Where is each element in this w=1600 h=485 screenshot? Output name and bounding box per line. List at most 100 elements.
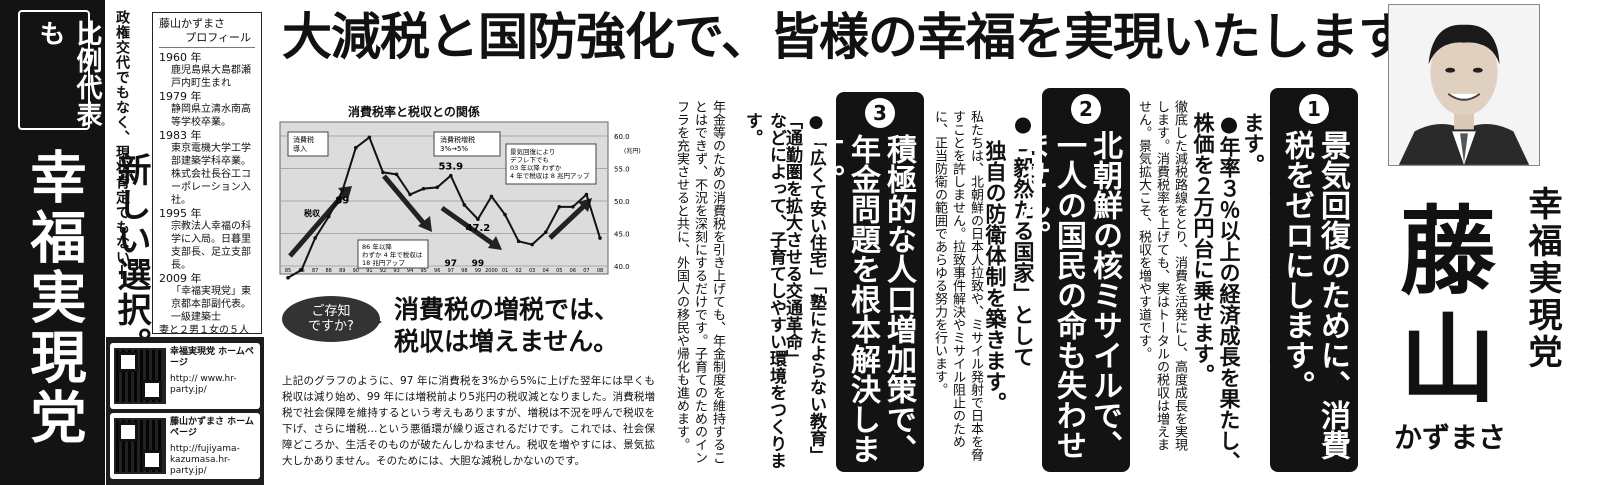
data-point <box>476 217 480 221</box>
qr-url-link[interactable]: http://fujiyama-kazumasa.hr-party.jp/ <box>170 444 260 477</box>
x-tick-label: 98 <box>461 268 467 274</box>
policy3-title: 積極的な人口増加策で、年金問題を根本解決します。 <box>809 134 916 464</box>
x-tick-label: 93 <box>393 268 399 274</box>
chart-y-unit: (兆円) <box>624 147 641 155</box>
hirei-label: 比例代表も <box>35 20 102 128</box>
data-point <box>543 230 548 234</box>
policy2-title-box: 2 北朝鮮の核ミサイルで、一人の国民の命も失わせません。 <box>1015 88 1130 472</box>
x-tick-label: 06 <box>570 268 576 274</box>
policy3-body: 年金等のための消費税を引き上げても、年金制度を維持することはできず、不況を深刻に… <box>674 100 725 464</box>
data-point <box>313 236 317 240</box>
x-tick-label: 92 <box>380 268 386 274</box>
eye-shape <box>1472 67 1483 73</box>
data-label: 99 <box>472 259 485 269</box>
profile-entry: 1979 年 静岡県立清水南高等学校卒業。 <box>159 90 255 129</box>
data-point <box>286 275 290 280</box>
bubble-line: ご存知 <box>311 304 351 319</box>
did-you-know-bubble: ご存知 ですか? <box>282 296 382 342</box>
policy1-body: 徹底した減税路線をとり、消費を活発にし、高度成長を実現します。消費税率を上げても… <box>1136 100 1187 451</box>
policy-number: 1 <box>1299 94 1329 124</box>
x-tick-label: 05 <box>556 268 562 274</box>
candidate-name-chars: 藤山 <box>1400 196 1496 416</box>
did-you-know-line: 税収は増えません。 <box>394 327 619 356</box>
candidate-name: 藤山 <box>1383 198 1513 414</box>
party-banner: 比例代表も 幸福実現党 <box>0 0 105 485</box>
policy2-title: 北朝鮮の核ミサイルで、一人の国民の命も失わせません。 <box>1015 130 1122 460</box>
data-point <box>489 194 494 199</box>
qr-card[interactable]: 幸福実現党 ホームページ http:// www.hr-party.jp/ <box>110 343 260 409</box>
did-you-know-text: 消費税の増税では、 税収は増えません。 <box>394 294 619 358</box>
qr-title: 藤山かずまさ ホームページ <box>170 417 254 438</box>
data-point <box>381 170 385 175</box>
data-point <box>340 189 345 194</box>
profile-entry: 2009 年 「幸福実現党」東京都本部副代表。 <box>159 272 255 311</box>
party-name: 幸福実現党 <box>21 148 86 448</box>
data-label: 89 <box>335 195 349 206</box>
candidate-photo <box>1388 4 1540 166</box>
profile-event: 静岡県立清水南高等学校卒業。 <box>171 104 251 128</box>
x-tick-label: 07 <box>583 268 589 274</box>
policy1-title-box: 1 景気回復のために、消費税をゼロにします。 <box>1270 88 1358 472</box>
data-point <box>584 192 589 197</box>
policy1-bullet2: ●年率３％以上の経済成長を果たし、株価を２万円台に乗せます。 <box>1191 112 1241 472</box>
profile-entry: 1983 年 東京電機大学工学部建築学科卒業。株式会社長谷工コーポレーション入社… <box>159 129 255 207</box>
data-point <box>503 212 507 217</box>
data-point <box>326 214 331 219</box>
data-point <box>367 135 372 140</box>
data-point <box>394 172 399 177</box>
x-tick-label: 02 <box>515 268 521 274</box>
data-point <box>408 192 412 197</box>
headline: 大減税と国防強化で、皆様の幸福を実現いたします。 <box>282 8 1452 66</box>
data-point <box>557 205 562 209</box>
policy-number: 2 <box>1071 94 1101 124</box>
y-tick-label: 40.0 <box>614 263 630 271</box>
qr-code-icon[interactable] <box>114 418 166 474</box>
policy2-bullet2: 独自の防衛体制を築きます。 <box>983 140 1007 413</box>
profile-qualification: 一級建築士 <box>171 312 221 323</box>
qr-url-link[interactable]: http:// www.hr-party.jp/ <box>170 374 260 396</box>
data-point <box>516 239 521 244</box>
data-point <box>530 242 534 247</box>
profile-entry: 1995 年 宗教法人幸福の科学に入局。日暮里支部長、足立支部長。 <box>159 207 255 272</box>
eye-shape <box>1445 67 1456 73</box>
explanation-text: 上記のグラフのように、97 年に消費税を3%から5%に上げた翌年には早くも税収は… <box>282 375 655 467</box>
profile-year: 1960 年 <box>159 51 202 64</box>
qr-card[interactable]: 藤山かずまさ ホームページ http://fujiyama-kazumasa.h… <box>110 413 260 479</box>
profile-event: 東京電機大学工学部建築学科卒業。株式会社長谷工コーポレーション入社。 <box>171 143 251 206</box>
profile-year: 1995 年 <box>159 207 202 220</box>
policy3-title-box: 3 積極的な人口増加策で、年金問題を根本解決します。 <box>809 92 924 472</box>
x-tick-label: 04 <box>543 268 549 274</box>
data-point <box>421 186 426 191</box>
qr-panel: 幸福実現党 ホームページ http:// www.hr-party.jp/ 藤山… <box>106 337 264 485</box>
did-you-know-line: 消費税の増税では、 <box>394 295 620 324</box>
data-point <box>435 185 440 190</box>
x-tick-label: 91 <box>366 268 372 274</box>
policy-number: 3 <box>865 98 895 128</box>
x-tick-label: 94 <box>407 268 413 274</box>
x-tick-label: 87 <box>312 268 318 274</box>
data-label: 47.2 <box>466 223 491 234</box>
profile-subtitle: プロフィール <box>185 31 251 44</box>
profile-event: 宗教法人幸福の科学に入局。日暮里支部長、足立支部長。 <box>171 221 251 271</box>
profile-name: 藤山かずまさ <box>159 17 225 30</box>
profile-entry: 1960 年 鹿児島県大島郡瀬戸内町生まれ <box>159 51 255 90</box>
data-point <box>462 203 467 207</box>
qr-code-icon[interactable] <box>114 348 166 404</box>
data-label: 97 <box>445 259 458 269</box>
x-tick-label: 89 <box>339 268 345 274</box>
data-point <box>448 173 453 178</box>
profile-event: 鹿児島県大島郡瀬戸内町生まれ <box>171 65 251 89</box>
y-tick-label: 55.0 <box>614 166 630 174</box>
x-tick-label: 95 <box>420 268 426 274</box>
candidate-party: 幸福実現党 <box>1522 186 1562 371</box>
qr-title: 幸福実現党 ホームページ <box>170 347 254 368</box>
profile-event: 「幸福実現党」東京都本部副代表。 <box>171 286 251 310</box>
x-tick-label: 88 <box>326 268 332 274</box>
candidate-kana: かずまさ <box>1393 421 1506 454</box>
data-label: 53.9 <box>438 162 463 173</box>
policy3-bullet2: 「通勤圏を拡大させる交通革命」 <box>782 112 802 367</box>
policy1-title: 景気回復のために、消費税をゼロにします。 <box>1279 130 1350 460</box>
data-point <box>354 145 358 150</box>
y-tick-label: 45.0 <box>614 231 630 239</box>
x-tick-label: 01 <box>502 268 508 274</box>
